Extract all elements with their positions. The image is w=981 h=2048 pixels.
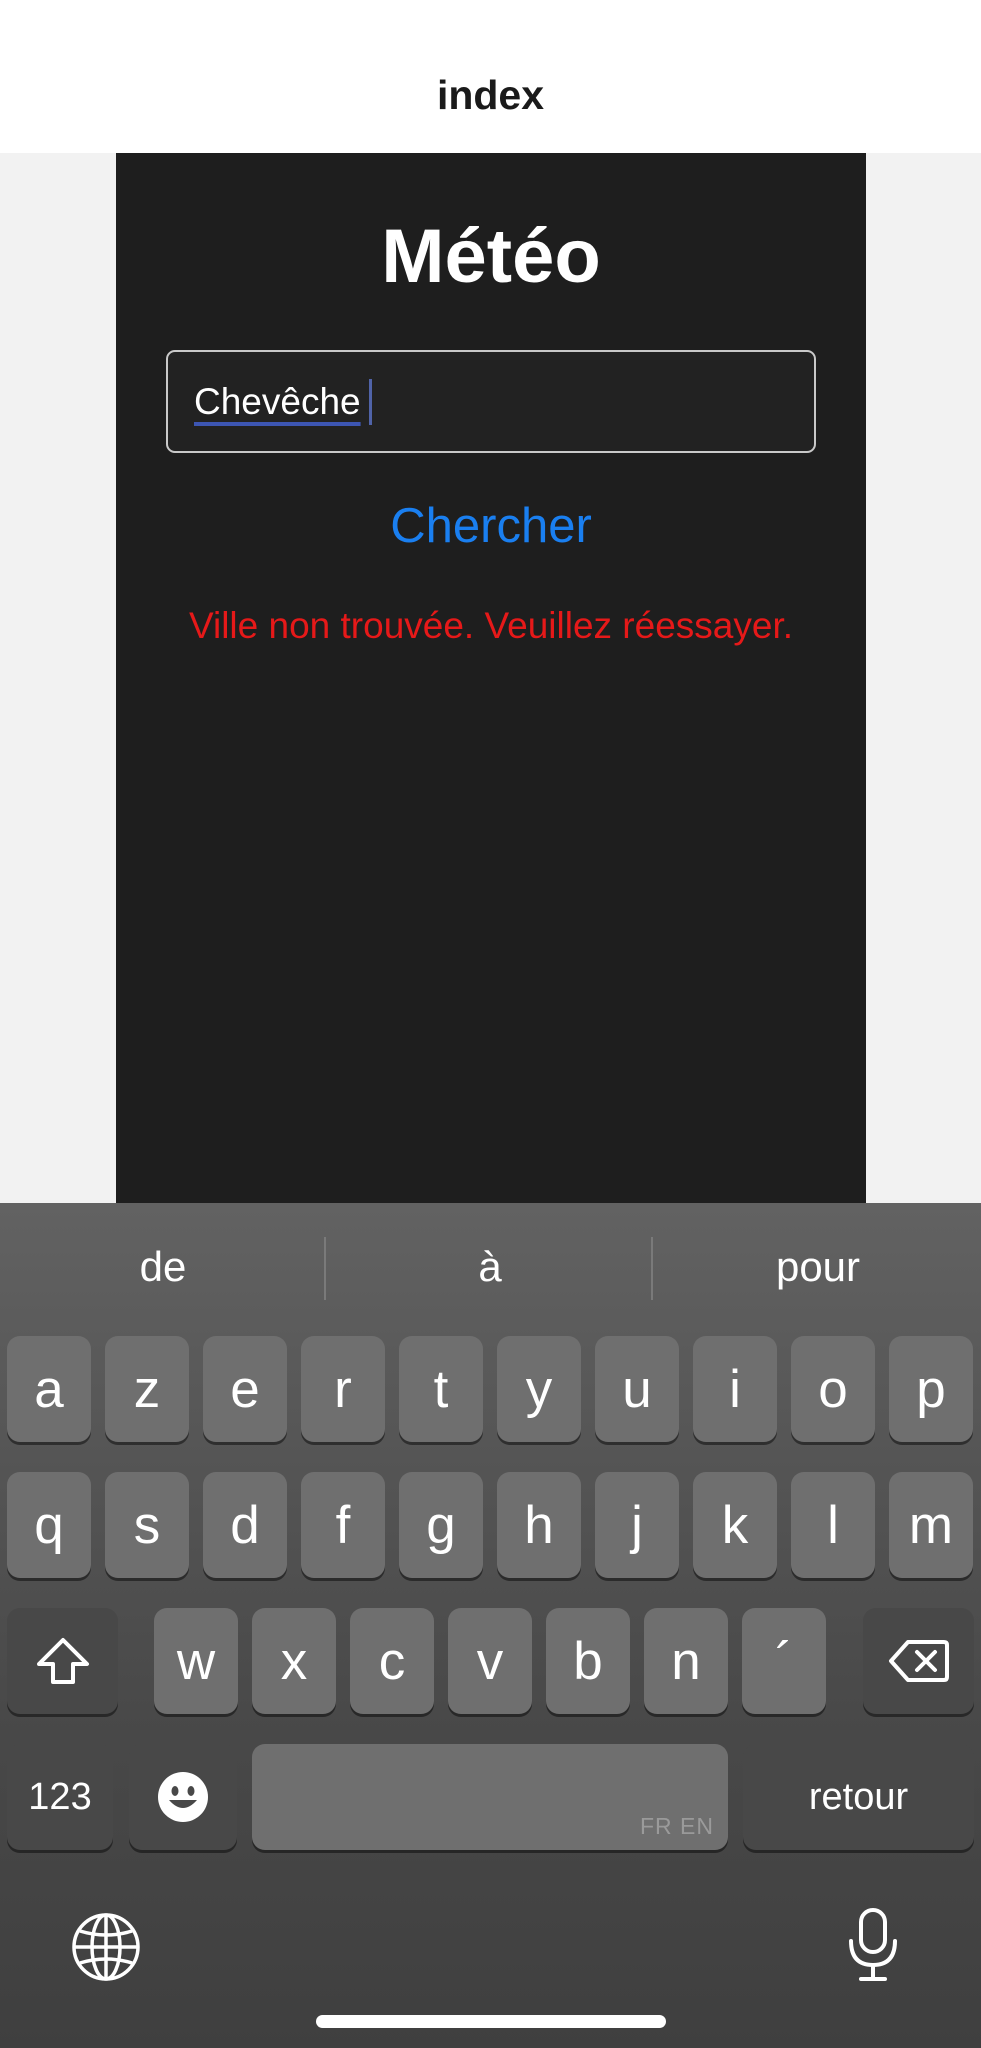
search-button[interactable]: Chercher: [341, 498, 641, 554]
key-a[interactable]: a: [7, 1336, 91, 1442]
page-title: index: [436, 72, 545, 118]
app-title: Météo: [381, 214, 601, 299]
key-y[interactable]: y: [497, 1336, 581, 1442]
key-label: g: [426, 1495, 456, 1555]
key-label: q: [34, 1495, 64, 1555]
suggestion-divider: [324, 1237, 326, 1300]
key-s[interactable]: s: [105, 1472, 189, 1578]
key-label: u: [622, 1359, 652, 1419]
key-c[interactable]: c: [350, 1608, 434, 1714]
key-v[interactable]: v: [448, 1608, 532, 1714]
key-label: p: [916, 1359, 946, 1419]
emoji-key[interactable]: [129, 1744, 237, 1850]
globe-icon: [72, 1913, 140, 1981]
numbers-key[interactable]: 123: [7, 1744, 113, 1850]
key-label: k: [721, 1495, 749, 1555]
key-u[interactable]: u: [595, 1336, 679, 1442]
key-m[interactable]: m: [889, 1472, 973, 1578]
key-n[interactable]: n: [644, 1608, 728, 1714]
keyboard: de à pour a z e r t y u i o p q s d f g …: [0, 1203, 981, 2048]
city-input-value: Chevêche: [194, 380, 361, 422]
key-label: e: [230, 1359, 260, 1419]
key-z[interactable]: z: [105, 1336, 189, 1442]
key-label: j: [631, 1495, 643, 1555]
key-q[interactable]: q: [7, 1472, 91, 1578]
key-label: b: [573, 1631, 603, 1691]
key-label: o: [818, 1359, 848, 1419]
left-gutter: [0, 153, 116, 1203]
key-label: ´: [775, 1631, 793, 1691]
key-f[interactable]: f: [301, 1472, 385, 1578]
key-b[interactable]: b: [546, 1608, 630, 1714]
delete-key[interactable]: [863, 1608, 974, 1714]
key-w[interactable]: w: [154, 1608, 238, 1714]
globe-key[interactable]: [69, 1910, 143, 1984]
suggestion-divider: [651, 1237, 653, 1300]
key-j[interactable]: j: [595, 1472, 679, 1578]
return-key[interactable]: retour: [743, 1744, 974, 1850]
shift-arrow-icon: [36, 1638, 89, 1684]
right-gutter: [866, 153, 981, 1203]
home-indicator[interactable]: [316, 2015, 666, 2028]
key-label: d: [230, 1495, 260, 1555]
key-label: y: [525, 1359, 553, 1419]
key-x[interactable]: x: [252, 1608, 336, 1714]
city-search-input[interactable]: Chevêche: [166, 350, 816, 453]
key-label: retour: [808, 1775, 909, 1818]
navigation-bar: index: [0, 0, 981, 153]
shift-key[interactable]: [7, 1608, 118, 1714]
error-message: Ville non trouvée. Veuillez réessayer.: [188, 605, 793, 646]
weather-app-panel: Météo Chevêche Chercher Ville non trouvé…: [116, 153, 866, 1203]
suggestion-3[interactable]: pour: [655, 1233, 981, 1301]
key-label: t: [433, 1359, 449, 1419]
key-acute-accent[interactable]: ´: [742, 1608, 826, 1714]
key-o[interactable]: o: [791, 1336, 875, 1442]
suggestion-2[interactable]: à: [327, 1233, 653, 1301]
key-label: v: [476, 1631, 504, 1691]
key-k[interactable]: k: [693, 1472, 777, 1578]
space-bar[interactable]: FR EN: [252, 1744, 728, 1850]
key-label: w: [176, 1631, 216, 1691]
key-label: n: [671, 1631, 701, 1691]
text-caret: [368, 378, 372, 425]
key-label: m: [908, 1495, 954, 1555]
key-p[interactable]: p: [889, 1336, 973, 1442]
key-label: r: [334, 1359, 352, 1419]
key-label: x: [280, 1631, 308, 1691]
emoji-icon: [158, 1772, 208, 1822]
key-e[interactable]: e: [203, 1336, 287, 1442]
microphone-icon: [849, 1908, 897, 1981]
key-r[interactable]: r: [301, 1336, 385, 1442]
key-label: s: [133, 1495, 161, 1555]
key-label: l: [827, 1495, 839, 1555]
key-g[interactable]: g: [399, 1472, 483, 1578]
key-l[interactable]: l: [791, 1472, 875, 1578]
key-i[interactable]: i: [693, 1336, 777, 1442]
suggestion-1[interactable]: de: [0, 1233, 326, 1301]
key-label: a: [34, 1359, 64, 1419]
key-label: 123: [28, 1775, 92, 1818]
key-label: h: [524, 1495, 554, 1555]
key-d[interactable]: d: [203, 1472, 287, 1578]
key-label: i: [729, 1359, 741, 1419]
dictation-key[interactable]: [836, 1908, 910, 1982]
key-h[interactable]: h: [497, 1472, 581, 1578]
key-t[interactable]: t: [399, 1336, 483, 1442]
key-label: f: [335, 1495, 351, 1555]
key-label: z: [133, 1359, 161, 1419]
space-language-label: FR EN: [640, 1813, 714, 1839]
backspace-icon: [888, 1640, 949, 1682]
key-label: c: [378, 1631, 406, 1691]
